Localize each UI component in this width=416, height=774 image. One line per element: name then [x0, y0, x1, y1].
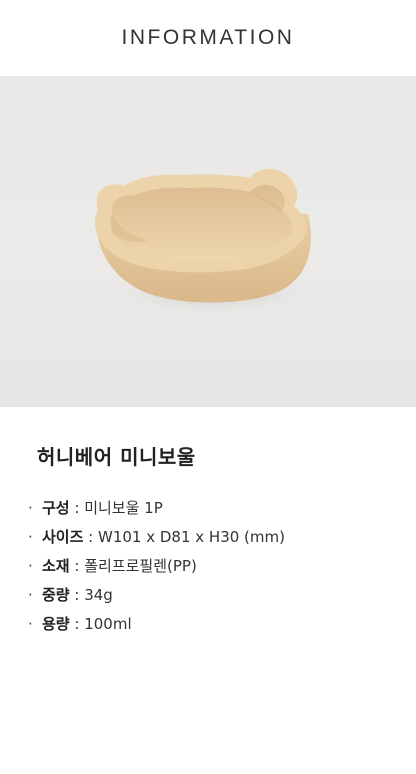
- header: INFORMATION: [0, 0, 416, 76]
- spec-item-weight: · 중량 : 34g: [28, 580, 285, 609]
- spec-list: · 구성 : 미니보울 1P · 사이즈 : W101 x D81 x H30 …: [28, 493, 285, 638]
- bullet-icon: ·: [28, 556, 33, 575]
- spec-separator: :: [69, 556, 85, 575]
- bowl-image: [94, 168, 324, 316]
- spec-label: 중량: [42, 586, 70, 604]
- product-photo: [0, 76, 416, 407]
- spec-separator: :: [83, 527, 98, 546]
- spec-value: W101 x D81 x H30 (mm): [98, 527, 285, 546]
- spec-value: 34g: [84, 585, 113, 604]
- spec-item-size: · 사이즈 : W101 x D81 x H30 (mm): [28, 522, 285, 551]
- product-name: 허니베어 미니보울: [37, 445, 196, 469]
- spec-separator: :: [69, 498, 85, 517]
- bullet-icon: ·: [28, 498, 33, 517]
- spec-label: 구성: [42, 499, 70, 517]
- spec-separator: :: [69, 585, 85, 604]
- spec-label: 용량: [42, 615, 70, 633]
- spec-label: 사이즈: [42, 528, 84, 546]
- spec-item-capacity: · 용량 : 100ml: [28, 609, 285, 638]
- spec-item-material: · 소재 : 폴리프로필렌(PP): [28, 551, 285, 580]
- page-title: INFORMATION: [121, 26, 295, 49]
- spec-value: 100ml: [84, 614, 132, 633]
- spec-value: 폴리프로필렌(PP): [84, 557, 197, 575]
- bullet-icon: ·: [28, 614, 33, 633]
- spec-item-composition: · 구성 : 미니보울 1P: [28, 493, 285, 522]
- spec-separator: :: [69, 614, 85, 633]
- spec-label: 소재: [42, 557, 70, 575]
- bullet-icon: ·: [28, 527, 33, 546]
- spec-value: 미니보울 1P: [84, 499, 163, 517]
- bullet-icon: ·: [28, 585, 33, 604]
